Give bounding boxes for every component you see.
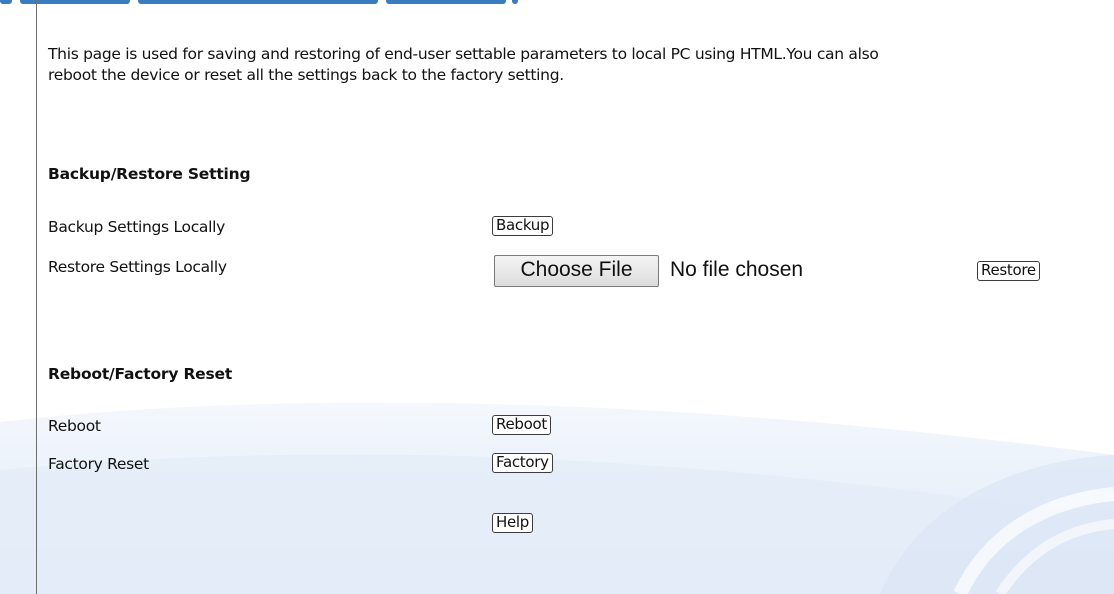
restore-settings-label: Restore Settings Locally	[48, 258, 227, 276]
header-strip	[0, 0, 1114, 6]
file-chosen-status: No file chosen	[670, 258, 804, 281]
backup-restore-heading: Backup/Restore Setting	[48, 165, 251, 183]
content-left-border	[36, 0, 37, 594]
help-button[interactable]: Help	[492, 513, 533, 533]
factory-button[interactable]: Factory	[492, 453, 553, 473]
page-frame: This page is used for saving and restori…	[0, 0, 1114, 594]
reboot-reset-heading: Reboot/Factory Reset	[48, 365, 233, 383]
reboot-button[interactable]: Reboot	[492, 415, 551, 435]
restore-button[interactable]: Restore	[977, 261, 1040, 281]
backup-settings-label: Backup Settings Locally	[48, 218, 225, 236]
backup-button[interactable]: Backup	[492, 216, 554, 236]
description-line-2: reboot the device or reset all the setti…	[48, 66, 564, 84]
page-description: This page is used for saving and restori…	[48, 44, 879, 86]
factory-reset-label: Factory Reset	[48, 455, 149, 473]
background-swoosh	[0, 402, 1114, 594]
choose-file-button[interactable]: Choose File	[494, 255, 659, 287]
description-line-1: This page is used for saving and restori…	[48, 45, 879, 63]
reboot-label: Reboot	[48, 417, 101, 435]
